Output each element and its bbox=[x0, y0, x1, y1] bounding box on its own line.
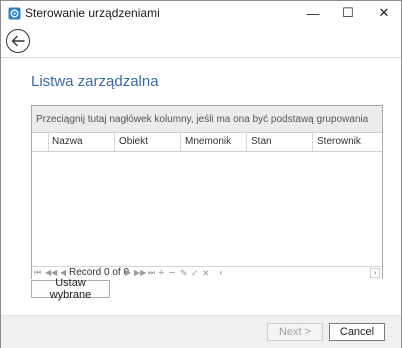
minimize-icon: — bbox=[306, 5, 320, 21]
group-by-hint: Przeciągnij tutaj nagłówek kolumny, jeśl… bbox=[36, 114, 369, 125]
cancel-button[interactable]: Cancel bbox=[329, 323, 385, 341]
wizard-footer: Next > Cancel bbox=[1, 315, 401, 348]
group-by-panel[interactable]: Przeciągnij tutaj nagłówek kolumny, jeśl… bbox=[32, 106, 382, 133]
row-indicator-header bbox=[32, 133, 49, 151]
remove-record-icon[interactable]: − bbox=[169, 267, 175, 279]
header-divider bbox=[1, 57, 401, 58]
page-title: Listwa zarządzalna bbox=[31, 73, 159, 90]
column-header-sterownik[interactable]: Sterownik bbox=[313, 133, 382, 151]
horizontal-scrollbar[interactable] bbox=[227, 268, 369, 278]
maximize-icon: ☐ bbox=[342, 5, 354, 20]
arrow-left-icon bbox=[11, 35, 25, 47]
last-record-icon[interactable]: ⏭ bbox=[148, 267, 155, 279]
column-header-mnemonik[interactable]: Mnemonik bbox=[181, 133, 247, 151]
window-title: Sterowanie urządzeniami bbox=[25, 6, 160, 20]
close-button[interactable]: ✕ bbox=[367, 1, 401, 25]
grid-data-area[interactable] bbox=[32, 152, 382, 266]
column-header-stan[interactable]: Stan bbox=[247, 133, 313, 151]
set-selected-button[interactable]: Ustaw wybrane bbox=[31, 277, 110, 301]
next-button[interactable]: Next > bbox=[267, 323, 323, 341]
maximize-button[interactable]: ☐ bbox=[331, 1, 365, 25]
cancel-edit-icon[interactable]: ✕ bbox=[202, 267, 210, 279]
edit-record-icon[interactable]: ✎ bbox=[180, 267, 188, 279]
back-button[interactable] bbox=[6, 29, 30, 53]
accept-edit-icon[interactable]: ✓ bbox=[191, 267, 199, 279]
next-record-icon[interactable]: ▶ bbox=[125, 267, 131, 279]
scroll-right-icon[interactable]: › bbox=[370, 268, 380, 278]
column-header-nazwa[interactable]: Nazwa bbox=[48, 133, 115, 151]
close-icon: ✕ bbox=[378, 5, 390, 20]
add-record-icon[interactable]: + bbox=[158, 267, 164, 279]
wizard-window: Sterowanie urządzeniami — ☐ ✕ Listwa zar… bbox=[0, 0, 402, 348]
next-page-icon[interactable]: ▶▶ bbox=[134, 267, 146, 279]
column-header-obiekt[interactable]: Obiekt bbox=[115, 133, 181, 151]
minimize-button[interactable]: — bbox=[296, 1, 330, 25]
devices-grid: Przeciągnij tutaj nagłówek kolumny, jeśl… bbox=[31, 105, 383, 279]
app-icon bbox=[8, 7, 21, 20]
column-header-row: Nazwa Obiekt Mnemonik Stan Sterownik bbox=[32, 133, 382, 152]
scroll-left-icon[interactable]: ‹ bbox=[216, 268, 226, 278]
title-bar: Sterowanie urządzeniami — ☐ ✕ bbox=[1, 1, 401, 25]
